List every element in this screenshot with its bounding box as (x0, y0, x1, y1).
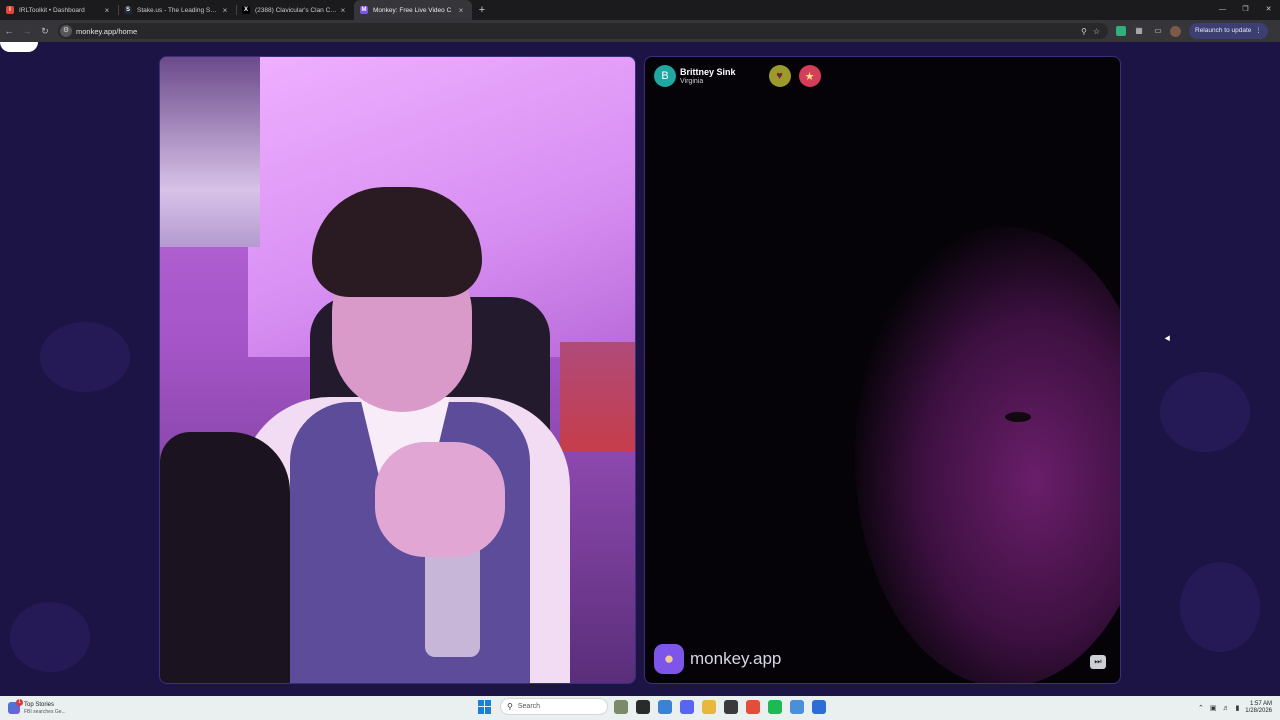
background-blob (1180, 562, 1260, 652)
start-icon[interactable] (478, 699, 492, 714)
news-subtitle: FBI searches Ge... (24, 708, 66, 715)
forward-icon[interactable]: → (18, 22, 36, 40)
spotify-icon[interactable] (768, 699, 782, 714)
window-close-icon[interactable]: ✕ (1257, 0, 1280, 20)
file-explorer-icon[interactable] (702, 699, 716, 714)
new-tab-button[interactable]: + (474, 2, 490, 18)
extensions-puzzle-icon[interactable]: ▦ (1133, 25, 1145, 37)
tray-chevron-icon[interactable]: ⌃ (1198, 704, 1204, 712)
taskbar-search[interactable]: ⚲ Search (500, 698, 608, 715)
tab-irltoolkit[interactable]: I IRLToolkit • Dashboard × (0, 0, 118, 20)
remote-user-location: Virginia (680, 77, 704, 85)
discord-icon[interactable] (680, 699, 694, 714)
brand-watermark: ● monkey.app (654, 644, 781, 674)
remote-user-chip: B Brittney Sink Virginia ♥ ★ (654, 65, 821, 87)
tab-title: IRLToolkit • Dashboard (19, 6, 85, 14)
battery-icon[interactable]: ▮ (1235, 704, 1239, 712)
reload-icon[interactable]: ↻ (36, 22, 54, 40)
x-icon: X (242, 6, 250, 14)
address-bar[interactable]: ⚙ monkey.app/home ⚲ ☆ (58, 23, 1108, 39)
browser-tab-strip: I IRLToolkit • Dashboard × S Stake.us - … (0, 0, 1280, 20)
news-widget[interactable]: 1 Top Stories FBI searches Ge... (8, 699, 118, 715)
clock[interactable]: 1:57 AM 1/28/2026 (1245, 701, 1272, 715)
more-menu-icon: ⋮ (1255, 27, 1262, 34)
close-icon[interactable]: × (220, 6, 230, 15)
extension-icon[interactable] (1116, 26, 1126, 36)
close-icon[interactable]: × (102, 6, 112, 15)
browser-icon[interactable] (746, 699, 760, 714)
monkey-face-icon: ● (654, 644, 684, 674)
mouse-cursor-icon (1164, 335, 1173, 343)
video-microphone (160, 432, 290, 683)
brand-name: monkey.app (690, 649, 782, 668)
relaunch-button[interactable]: Relaunch to update ⋮ (1189, 23, 1268, 39)
video-poster (160, 57, 260, 247)
zoom-icon[interactable]: ⚲ (1081, 27, 1087, 36)
site-logo[interactable] (0, 42, 38, 52)
widget-app-icon[interactable] (614, 699, 628, 714)
taskbar: 1 Top Stories FBI searches Ge... ⚲ Searc… (0, 696, 1280, 720)
background-blob (40, 322, 130, 392)
tab-title: (2388) Clavicular's Clan Comm (255, 6, 338, 14)
monkey-icon: M (360, 6, 368, 14)
restore-icon[interactable]: ❐ (1234, 0, 1257, 20)
skip-button[interactable]: ⏭ (1090, 655, 1106, 669)
relaunch-label: Relaunch to update (1195, 27, 1252, 34)
clock-date: 1/28/2026 (1245, 708, 1272, 714)
tab-x-clan[interactable]: X (2388) Clavicular's Clan Comm × (236, 0, 354, 20)
obs-icon[interactable] (724, 699, 738, 714)
bookmark-star-icon[interactable]: ☆ (1093, 27, 1100, 36)
remote-video-face (855, 227, 1120, 683)
video-hand (375, 442, 505, 557)
irltoolkit-icon: I (6, 6, 14, 14)
remote-user-name: Brittney Sink (680, 66, 736, 77)
task-view-icon[interactable] (636, 699, 650, 714)
heart-icon[interactable]: ♥ (768, 65, 791, 87)
system-tray: ⌃ ▣ ♬ ▮ 1:57 AM 1/28/2026 (1198, 701, 1280, 715)
back-icon[interactable]: ← (0, 22, 18, 40)
tab-title: Stake.us - The Leading Social C (137, 6, 220, 14)
chrome-icon[interactable] (658, 699, 672, 714)
background-blob (10, 602, 90, 672)
sidebar-icon[interactable]: ▭ (1152, 25, 1164, 37)
taskbar-apps: ⚲ Search (478, 698, 828, 715)
news-title: Top Stories (24, 701, 55, 708)
window-controls: — ❐ ✕ (1211, 0, 1280, 20)
video-shelf (560, 342, 635, 452)
network-icon[interactable]: ▣ (1210, 704, 1217, 712)
page-content: B Brittney Sink Virginia ♥ ★ ● monkey.ap… (0, 42, 1280, 696)
search-placeholder: Search (517, 703, 541, 710)
chrome-alt-icon[interactable] (812, 699, 826, 714)
remote-video-eye (1005, 412, 1031, 422)
clock-time: 1:57 AM (1249, 701, 1272, 707)
minimize-icon[interactable]: — (1211, 0, 1234, 20)
tab-monkey[interactable]: M Monkey: Free Live Video C × (354, 0, 472, 20)
news-count-badge: 1 (16, 699, 23, 706)
background-blob (1160, 372, 1250, 452)
news-icon: 1 (8, 699, 23, 714)
tab-title: Monkey: Free Live Video C (373, 6, 452, 14)
close-icon[interactable]: × (456, 6, 466, 15)
stake-icon: S (124, 6, 132, 14)
remote-video: B Brittney Sink Virginia ♥ ★ ● monkey.ap… (644, 56, 1121, 684)
close-icon[interactable]: × (338, 6, 348, 15)
url-text[interactable]: monkey.app/home (76, 27, 137, 36)
search-icon: ⚲ (507, 702, 513, 711)
site-info-icon[interactable]: ⚙ (60, 25, 72, 37)
volume-icon[interactable]: ♬ (1222, 705, 1229, 712)
browser-toolbar: ← → ↻ ⚙ monkey.app/home ⚲ ☆ ▦ ▭ Relaunch… (0, 20, 1280, 42)
gift-icon[interactable]: ★ (798, 65, 821, 87)
local-video (159, 56, 636, 684)
notepad-icon[interactable] (790, 699, 804, 714)
remote-user-info: Brittney Sink Virginia (680, 67, 736, 86)
avatar[interactable]: B (654, 65, 676, 87)
tab-stake[interactable]: S Stake.us - The Leading Social C × (118, 0, 236, 20)
profile-avatar[interactable] (1170, 25, 1181, 37)
